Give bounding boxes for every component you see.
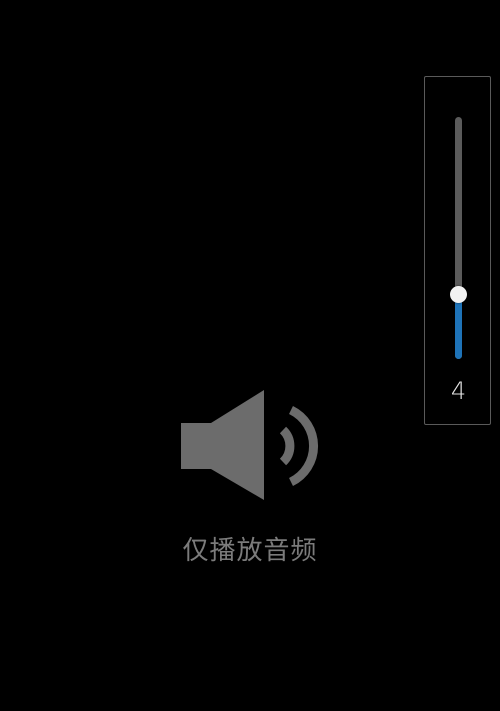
audio-only-label: 仅播放音频 [182,536,318,566]
volume-slider-fill [455,294,462,359]
volume-value: 4 [450,377,467,405]
volume-panel: 4 [424,76,491,425]
volume-slider-track[interactable] [455,117,462,359]
speaker-sound-icon [181,390,318,500]
video-player-screen: 4 仅播放音频 [0,0,500,711]
volume-slider-thumb[interactable] [450,286,467,303]
